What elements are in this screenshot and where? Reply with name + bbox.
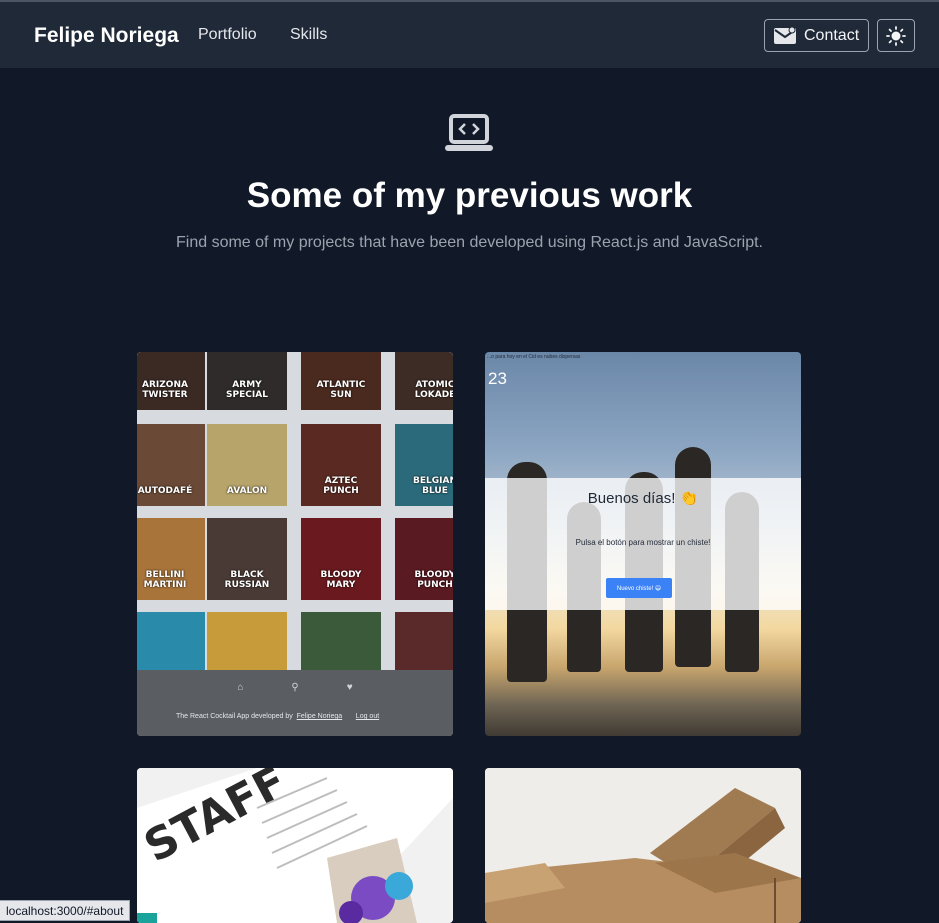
project-card-packaging[interactable]: [485, 768, 801, 923]
cocktail-tile[interactable]: [301, 612, 381, 670]
cocktail-tile[interactable]: ATOMIC LOKADE: [395, 352, 453, 410]
project-card-cocktail-app[interactable]: ARIZONA TWISTER ARMY SPECIAL ATLANTIC SU…: [137, 352, 453, 736]
nav-link-portfolio[interactable]: Portfolio: [198, 26, 257, 44]
sun-icon: [886, 25, 906, 46]
cocktail-name: AZTEC PUNCH: [323, 476, 359, 496]
cocktail-tile[interactable]: BLOODY MARY: [301, 518, 381, 600]
heart-icon[interactable]: ♥: [347, 682, 353, 693]
theme-toggle-button[interactable]: [877, 19, 915, 52]
nav-link-skills[interactable]: Skills: [290, 26, 327, 44]
footer-logout-link[interactable]: Log out: [356, 713, 379, 720]
footer-nav: ⌂ ⚲ ♥: [137, 682, 453, 693]
cocktail-app-footer: ⌂ ⚲ ♥ The React Cocktail App developed b…: [137, 670, 453, 736]
cocktail-name: ATLANTIC SUN: [316, 380, 366, 400]
browser-status-bar: localhost:3000/#about: [0, 900, 131, 921]
cocktail-name: AUTODAFÉ: [137, 486, 193, 496]
navbar: Felipe Noriega Portfolio Skills Contact: [0, 2, 939, 68]
cocktail-name: ARMY SPECIAL: [226, 380, 268, 400]
cocktail-name: BLOODY PUNCH: [414, 570, 453, 590]
footer-author-link[interactable]: Felipe Noriega: [297, 713, 343, 720]
footer-credit-text: The React Cocktail App developed by: [176, 713, 293, 720]
cocktail-tile[interactable]: BELGIAN BLUE: [395, 424, 453, 506]
cocktail-name: BELGIAN BLUE: [413, 476, 453, 496]
cocktail-tile[interactable]: BLOODY PUNCH: [395, 518, 453, 600]
page-subtitle: Find some of my projects that have been …: [176, 234, 763, 251]
cardboard-box-image: [485, 768, 801, 923]
footer-credit: The React Cocktail App developed by Feli…: [176, 713, 379, 720]
greeting: Buenos días! 👏: [587, 490, 699, 507]
cocktail-tile[interactable]: [137, 612, 205, 670]
magazine-image: STAFF: [137, 768, 453, 923]
laptop-code-icon: [445, 114, 493, 151]
brand-link[interactable]: Felipe Noriega: [34, 24, 179, 48]
project-card-magazine[interactable]: STAFF: [137, 768, 453, 923]
cocktail-tile[interactable]: AZTEC PUNCH: [301, 424, 381, 506]
cocktail-name: BELLINI MARTINI: [143, 570, 187, 590]
home-icon[interactable]: ⌂: [237, 682, 243, 693]
cocktail-tile[interactable]: ATLANTIC SUN: [301, 352, 381, 410]
project-card-jokes-app[interactable]: ...o para hoy en el Cid es nubes dispers…: [485, 352, 801, 736]
cocktail-tile[interactable]: AUTODAFÉ: [137, 424, 205, 506]
cocktail-tile[interactable]: BELLINI MARTINI: [137, 518, 205, 600]
new-joke-button[interactable]: Nuevo chiste! 😄: [606, 578, 672, 598]
cocktail-tile[interactable]: BLACK RUSSIAN: [207, 518, 287, 600]
joke-prompt: Pulsa el botón para mostrar un chiste!: [575, 538, 711, 547]
cocktail-tile[interactable]: ARIZONA TWISTER: [137, 352, 205, 410]
cocktail-tile[interactable]: [395, 612, 453, 670]
cocktail-name: BLACK RUSSIAN: [224, 570, 270, 590]
contact-button-label: Contact: [804, 26, 860, 44]
cocktail-name: ATOMIC LOKADE: [414, 380, 453, 400]
cocktail-name: AVALON: [226, 486, 268, 496]
weather-text: ...o para hoy en el Cid es nubes dispers…: [487, 354, 581, 360]
cocktail-name: ARIZONA TWISTER: [142, 380, 188, 400]
contact-button[interactable]: Contact: [764, 19, 869, 52]
cocktail-tile[interactable]: [207, 612, 287, 670]
cocktail-grid: ARIZONA TWISTER ARMY SPECIAL ATLANTIC SU…: [137, 352, 453, 670]
search-icon[interactable]: ⚲: [291, 682, 298, 693]
page-title: Some of my previous work: [246, 176, 693, 215]
cocktail-name: BLOODY MARY: [320, 570, 362, 590]
cocktail-tile[interactable]: ARMY SPECIAL: [207, 352, 287, 410]
temperature: 23: [488, 369, 507, 388]
cocktail-tile[interactable]: AVALON: [207, 424, 287, 506]
mail-icon: [774, 27, 796, 44]
